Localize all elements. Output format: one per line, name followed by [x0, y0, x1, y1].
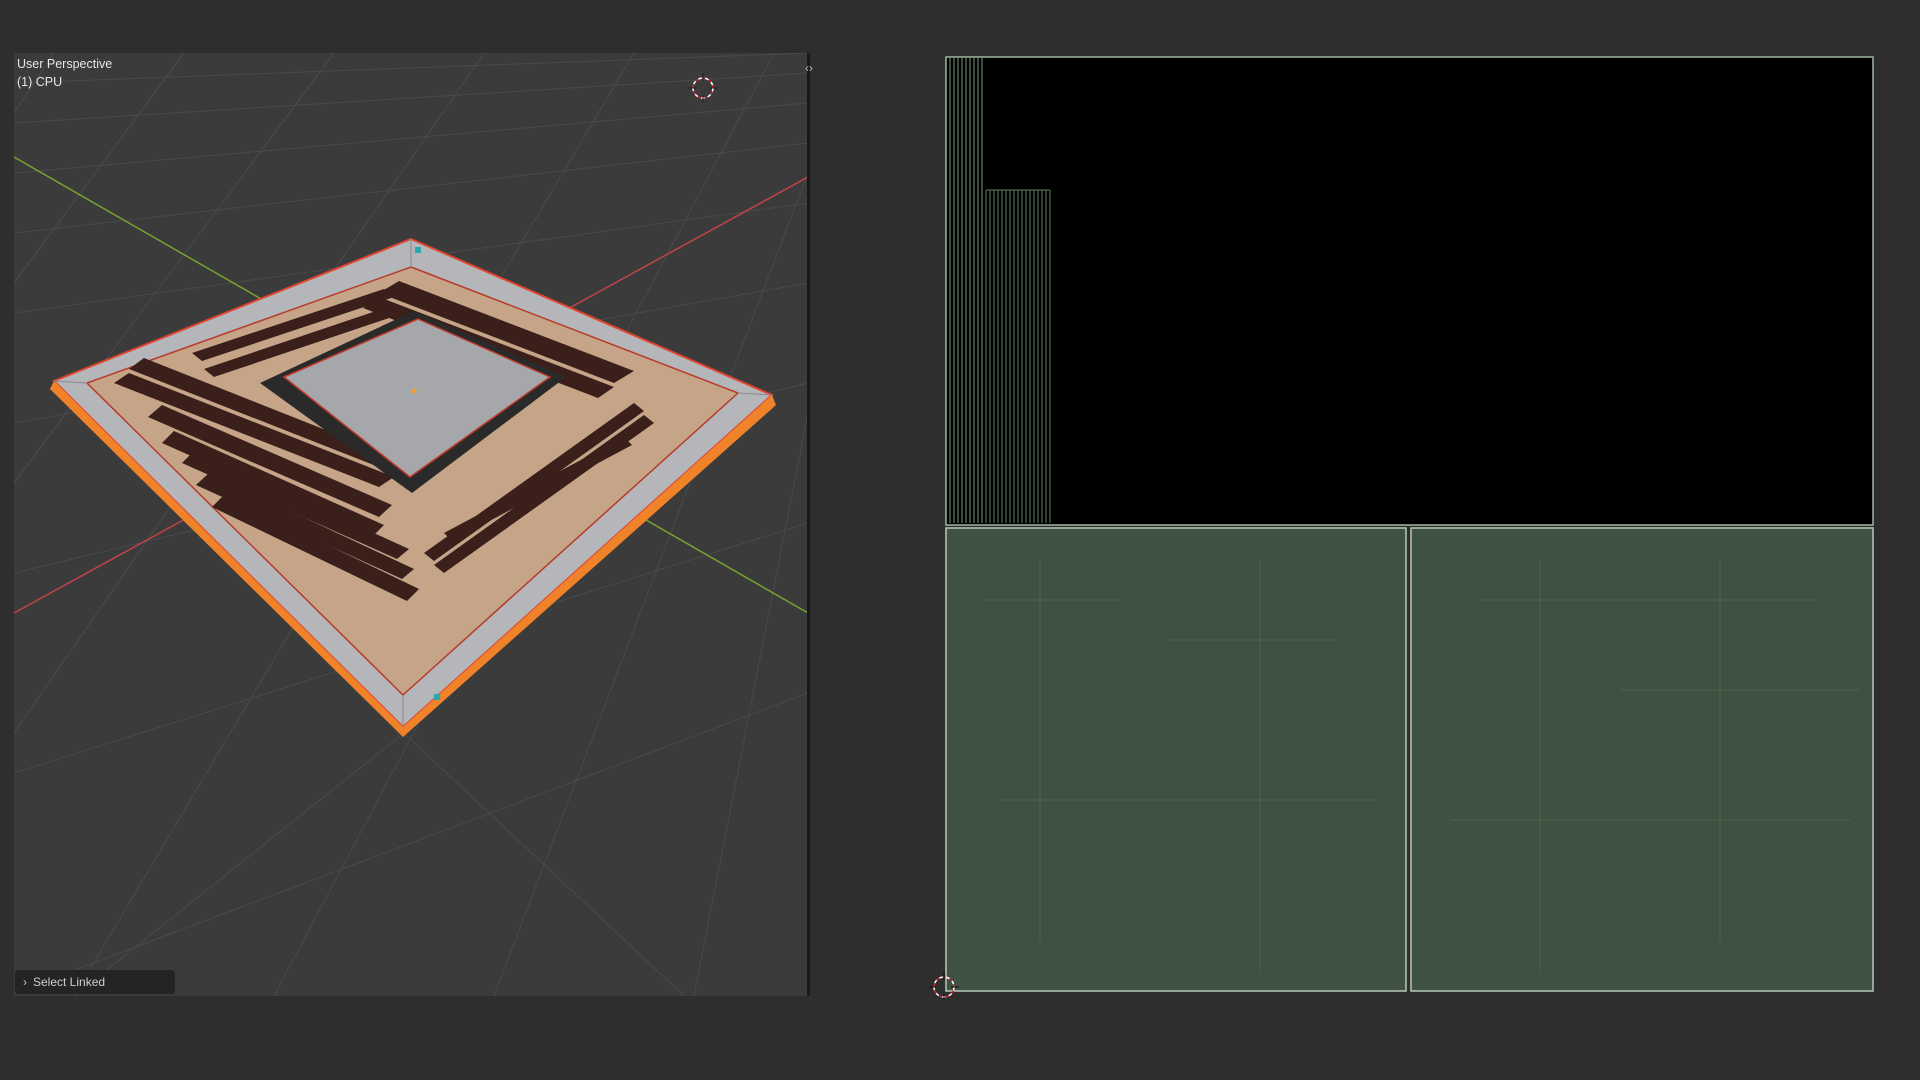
viewport-info: User Perspective (1) CPU [17, 55, 112, 91]
cpu-model[interactable] [50, 237, 776, 737]
uv-canvas [929, 56, 1874, 1000]
corner-marker [415, 247, 421, 253]
uv-texture-black [946, 57, 1873, 525]
3d-cursor-icon[interactable] [688, 73, 718, 103]
area-divider[interactable] [807, 53, 810, 996]
uv-island-right[interactable] [1410, 527, 1874, 992]
view-name: User Perspective [17, 57, 113, 71]
object-origin [411, 388, 417, 394]
uv-editor[interactable] [920, 40, 1880, 1000]
chevron-right-icon: › [23, 975, 27, 989]
object-label: (1) CPU [17, 75, 63, 89]
uv-island-left[interactable] [945, 527, 1407, 992]
3d-viewport[interactable]: User Perspective (1) CPU [14, 53, 808, 996]
corner-marker [434, 694, 440, 700]
operator-panel-label: Select Linked [33, 975, 106, 989]
viewport-scene [14, 53, 808, 996]
split-toggle-icon[interactable]: ‹› [800, 60, 818, 76]
operator-panel[interactable]: › Select Linked [15, 970, 175, 994]
